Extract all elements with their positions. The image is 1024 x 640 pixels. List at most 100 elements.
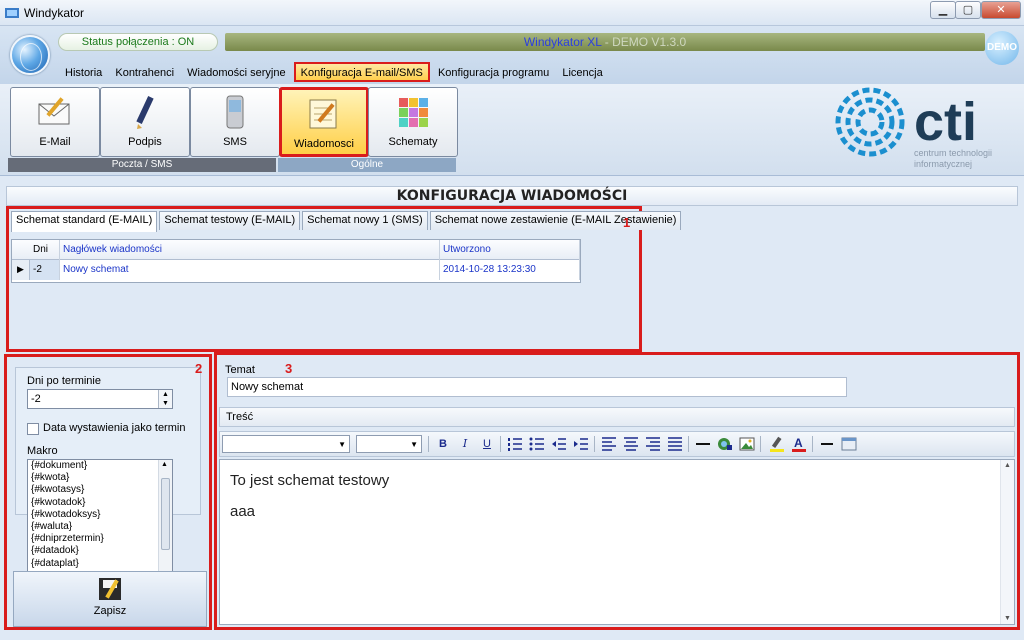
makro-list[interactable]: {#dokument} {#kwota} {#kwotasys} {#kwota…	[27, 459, 173, 573]
menu-item-wiadomosci-seryjne[interactable]: Wiadomości seryjne	[182, 64, 290, 84]
makro-scrollbar[interactable]: ▲	[158, 460, 172, 572]
list-item[interactable]: {#dokument}	[28, 460, 172, 472]
close-button[interactable]: ✕	[981, 1, 1021, 19]
menu-item-konfiguracja-programu[interactable]: Konfiguracja programu	[433, 64, 554, 84]
save-button[interactable]: Zapisz	[13, 571, 207, 627]
editor-scrollbar[interactable]: ▲ ▼	[1000, 460, 1014, 624]
sms-button[interactable]: SMS	[190, 87, 280, 157]
italic-icon[interactable]: I	[456, 435, 474, 453]
data-wystawienia-label: Data wystawienia jako termin	[43, 422, 186, 434]
align-right-icon[interactable]	[644, 435, 662, 453]
schematy-button[interactable]: Schematy	[368, 87, 458, 157]
indent-icon[interactable]	[572, 435, 590, 453]
data-wystawienia-checkbox[interactable]	[27, 423, 39, 435]
annotation-number-1: 1	[623, 215, 631, 230]
temat-label: Temat	[225, 364, 255, 376]
horizontal-line-icon[interactable]	[818, 435, 836, 453]
underline-icon[interactable]: U	[478, 435, 496, 453]
phone-icon	[226, 95, 244, 129]
tab-schemat-standard[interactable]: Schemat standard (E-MAIL)	[11, 211, 158, 232]
list-item[interactable]: {#kwota}	[28, 472, 172, 484]
align-left-icon[interactable]	[600, 435, 618, 453]
row-selector-icon[interactable]: ▶	[12, 260, 30, 280]
temat-input[interactable]	[227, 377, 847, 397]
demo-badge: DEMO	[985, 31, 1019, 65]
cell-utworzono[interactable]: 2014-10-28 13:23:30	[440, 260, 580, 280]
body-line-2: aaa	[230, 503, 256, 520]
bold-icon[interactable]: B	[434, 435, 452, 453]
grid-header-dni[interactable]: Dni	[30, 240, 60, 260]
stepper-arrows-icon[interactable]: ▲ ▼	[158, 390, 172, 408]
highlight-icon[interactable]	[768, 435, 786, 453]
email-button[interactable]: E-Mail	[10, 87, 100, 157]
schema-settings-panel: 2 Dni po terminie -2 ▲ ▼ Data wystawienia…	[4, 354, 212, 630]
editor-toolbar: ▼ ▼ B I U A	[219, 431, 1015, 457]
group-label-ogolne: Ogólne	[278, 158, 456, 172]
minimize-button[interactable]: ▁	[930, 1, 956, 19]
scroll-up-icon[interactable]: ▲	[161, 461, 168, 468]
dni-po-terminie-stepper[interactable]: -2 ▲ ▼	[27, 389, 173, 409]
bullet-list-icon[interactable]	[528, 435, 546, 453]
menu-bar: Historia Kontrahenci Wiadomości seryjne …	[60, 62, 608, 82]
cti-subtitle: centrum technologii informatycznej	[914, 148, 992, 170]
font-size-select[interactable]: ▼	[356, 435, 422, 453]
message-body-editor[interactable]: To jest schemat testowy aaa ▲ ▼	[219, 459, 1015, 625]
connection-status: Status połączenia : ON	[58, 33, 218, 51]
tab-schemat-nowe-zestawienie[interactable]: Schemat nowe zestawienie (E-MAIL Zestawi…	[429, 211, 682, 230]
list-item[interactable]: {#waluta}	[28, 521, 172, 533]
scroll-thumb[interactable]	[161, 478, 170, 550]
toolbar-divider	[500, 436, 501, 452]
align-justify-icon[interactable]	[666, 435, 684, 453]
chevron-down-icon: ▼	[410, 440, 418, 449]
table-row[interactable]: ▶ -2 Nowy schemat 2014-10-28 13:23:30	[12, 260, 580, 280]
image-icon[interactable]	[738, 435, 756, 453]
chevron-down-icon: ▼	[338, 440, 346, 449]
list-item[interactable]: {#dataplat}	[28, 558, 172, 570]
align-center-icon[interactable]	[622, 435, 640, 453]
menu-item-historia[interactable]: Historia	[60, 64, 107, 84]
horizontal-rule-icon[interactable]	[694, 435, 712, 453]
schema-tabs-panel: Schemat standard (E-MAIL) Schemat testowy…	[6, 206, 682, 352]
podpis-button[interactable]: Podpis	[100, 87, 190, 157]
group-label-poczta-sms: Poczta / SMS	[8, 158, 276, 172]
list-item[interactable]: {#datadok}	[28, 545, 172, 557]
maximize-button[interactable]: ▢	[955, 1, 981, 19]
toolbar-divider	[428, 436, 429, 452]
grid-header-naglowek[interactable]: Nagłówek wiadomości	[60, 240, 440, 260]
outdent-icon[interactable]	[550, 435, 568, 453]
cell-dni[interactable]: -2	[30, 260, 60, 280]
window-title: Windykator	[24, 6, 85, 20]
numbered-list-icon[interactable]	[506, 435, 524, 453]
html-source-icon[interactable]	[840, 435, 858, 453]
list-item[interactable]: {#dniprzetermin}	[28, 533, 172, 545]
list-item[interactable]: {#kwotasys}	[28, 484, 172, 496]
cell-naglowek[interactable]: Nowy schemat	[60, 260, 440, 280]
globe-icon[interactable]	[10, 35, 50, 75]
ribbon-toolbar: E-Mail Podpis SMS Wiadomosci Schematy Po…	[0, 84, 1024, 176]
brand-bar: Windykator XL - DEMO V1.3.0	[225, 33, 985, 51]
dni-po-terminie-value: -2	[31, 393, 41, 405]
font-family-select[interactable]: ▼	[222, 435, 350, 453]
grid-header: Dni Nagłówek wiadomości Utworzono	[12, 240, 580, 260]
wiadomosci-button[interactable]: Wiadomosci	[279, 87, 369, 157]
grid-header-utworzono[interactable]: Utworzono	[440, 240, 580, 260]
list-item[interactable]: {#kwotadok}	[28, 497, 172, 509]
tab-schemat-nowy-sms[interactable]: Schemat nowy 1 (SMS)	[302, 211, 428, 230]
link-icon[interactable]	[716, 435, 734, 453]
annotation-number-3: 3	[285, 361, 293, 376]
grid-icon	[399, 98, 428, 127]
schema-tabs: Schemat standard (E-MAIL) Schemat testowy…	[11, 211, 683, 232]
list-item[interactable]: {#kwotadoksys}	[28, 509, 172, 521]
toolbar-divider	[594, 436, 595, 452]
menu-item-kontrahenci[interactable]: Kontrahenci	[110, 64, 179, 84]
sms-button-label: SMS	[223, 136, 247, 148]
scroll-up-icon[interactable]: ▲	[1004, 462, 1011, 469]
app-header: Status połączenia : ON Windykator XL - D…	[0, 26, 1024, 84]
podpis-button-label: Podpis	[128, 136, 162, 148]
menu-item-konfiguracja-email-sms[interactable]: Konfiguracja E-mail/SMS	[293, 62, 430, 82]
font-color-icon[interactable]: A	[790, 435, 808, 453]
menu-item-licencja[interactable]: Licencja	[557, 64, 607, 84]
save-icon	[99, 578, 121, 600]
scroll-down-icon[interactable]: ▼	[1004, 615, 1011, 622]
tab-schemat-testowy[interactable]: Schemat testowy (E-MAIL)	[159, 211, 301, 230]
